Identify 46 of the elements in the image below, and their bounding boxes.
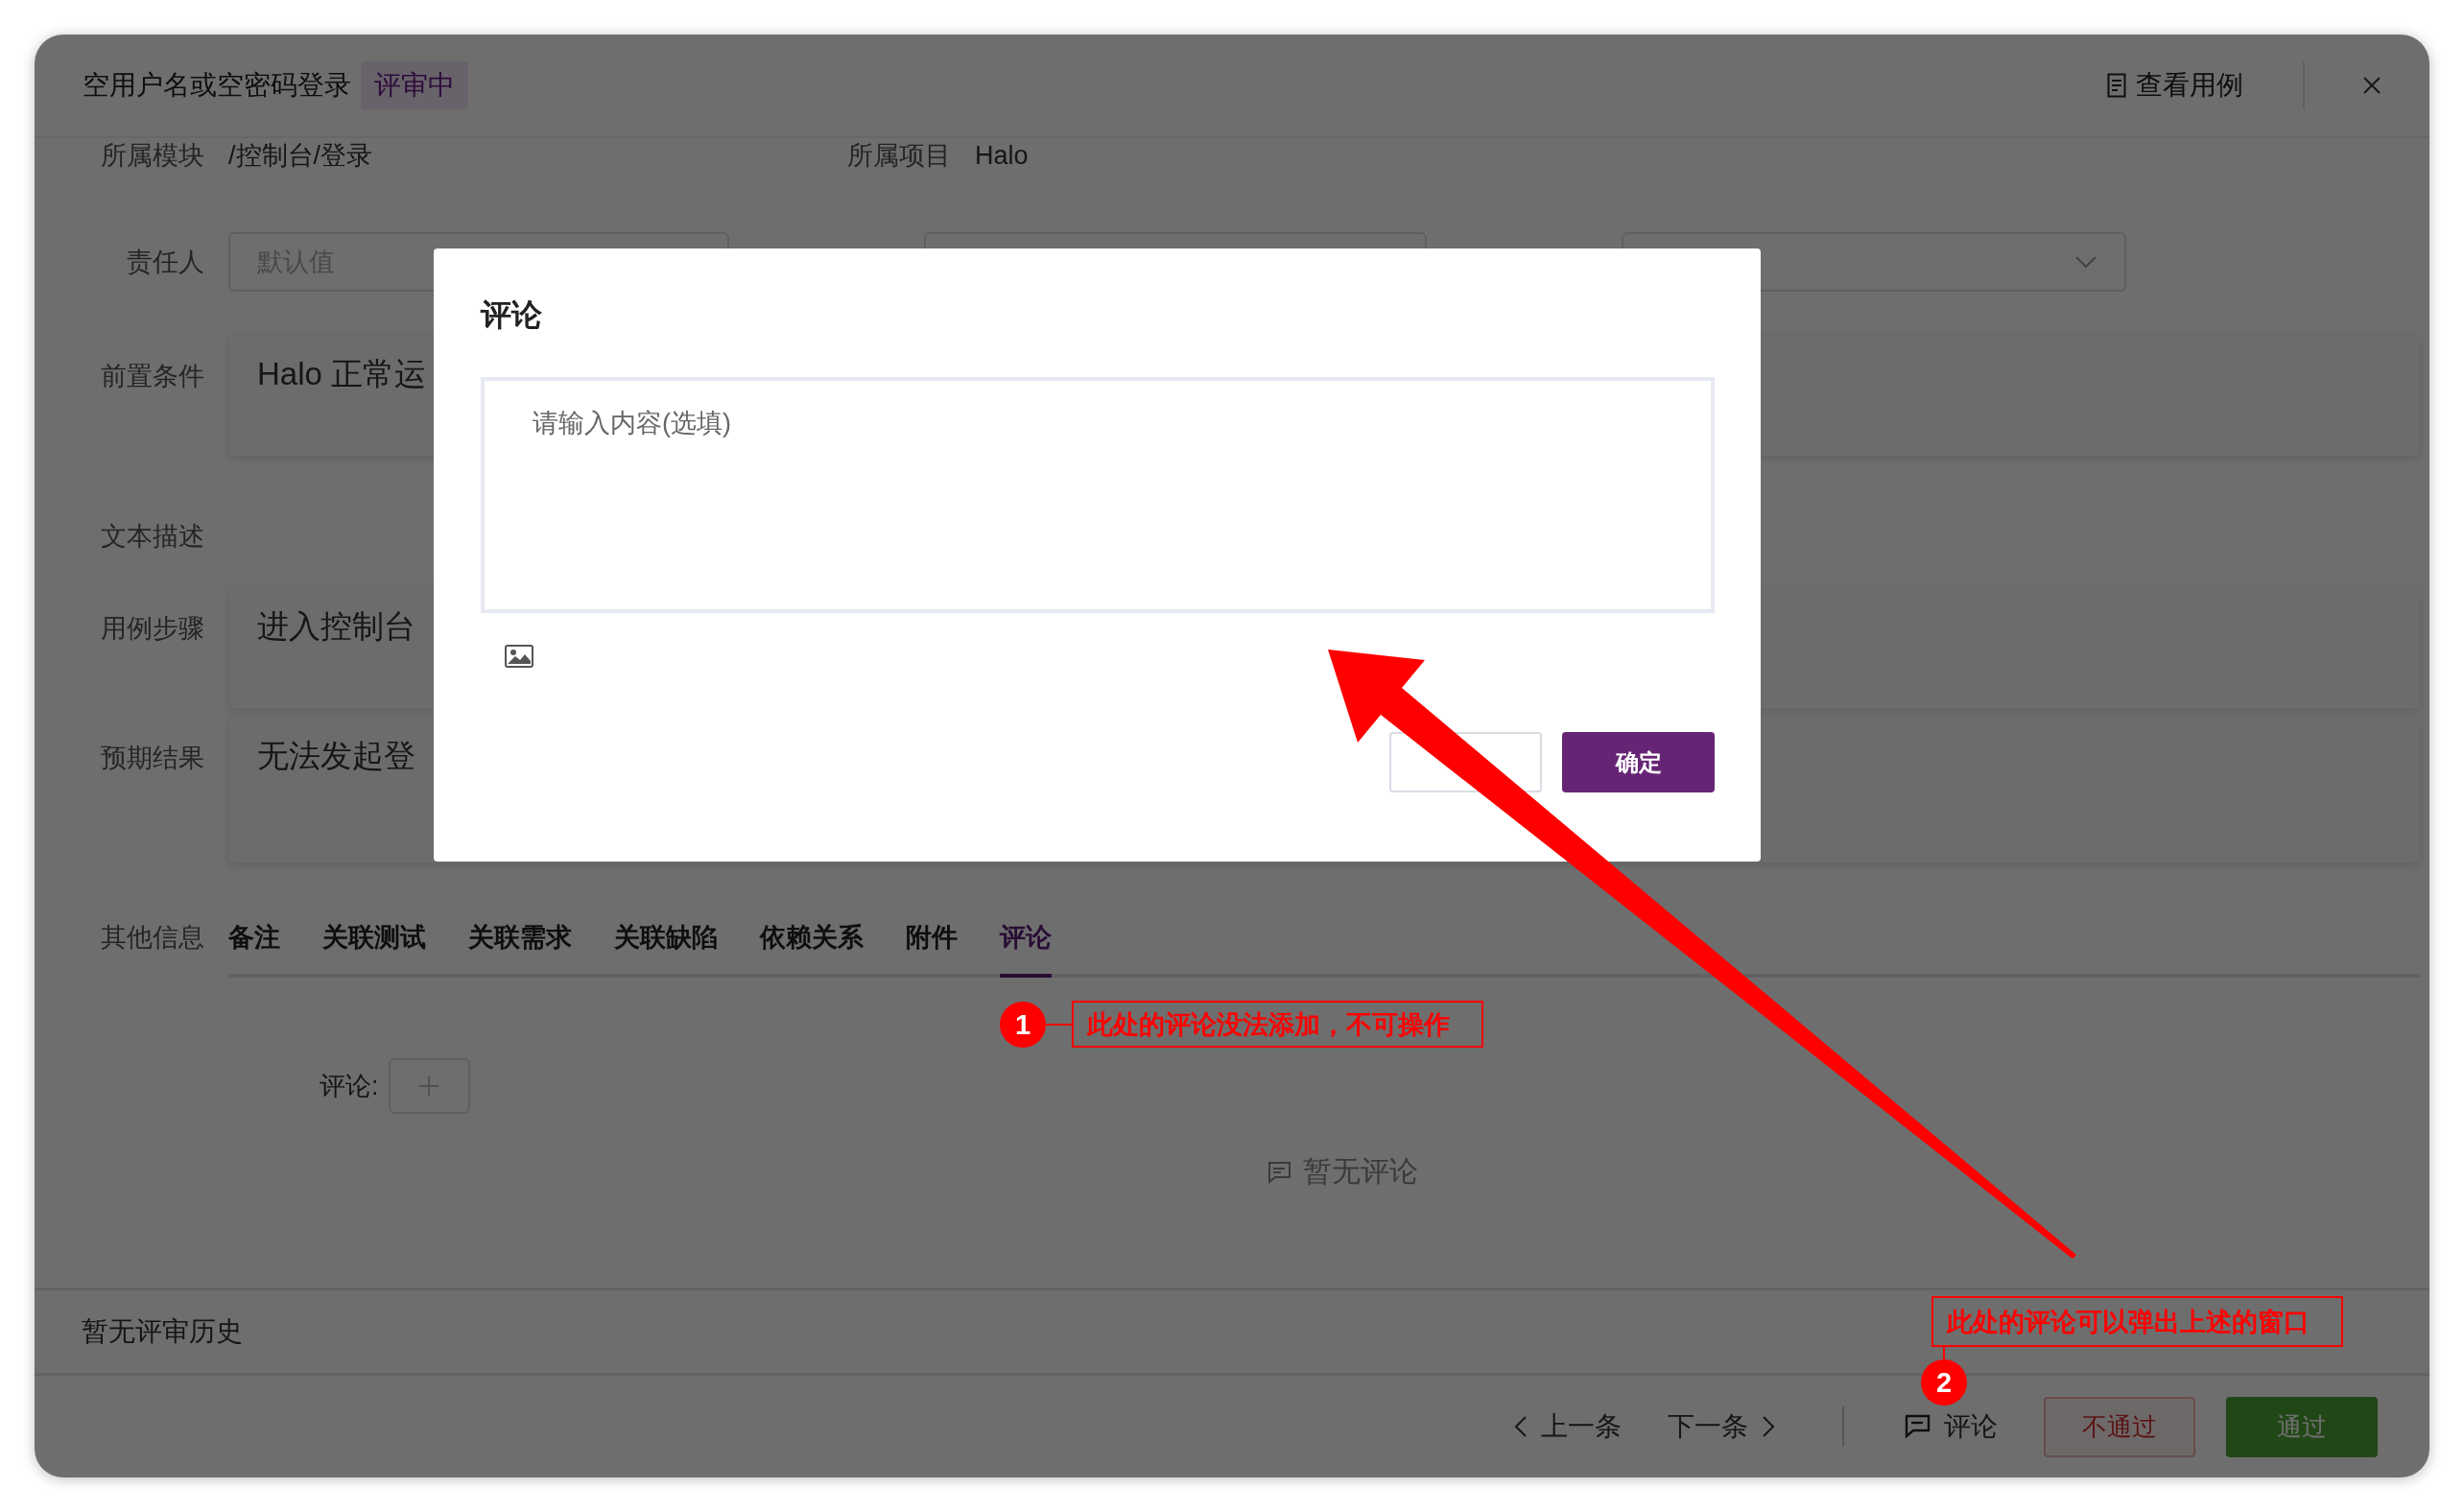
status-badge: 评审中 (361, 61, 468, 109)
tab[interactable]: 依赖关系 (760, 920, 864, 974)
section-label: 前置条件 (100, 361, 204, 392)
section-text: Halo 正常运 (257, 355, 427, 393)
field-value: Halo (975, 140, 1029, 171)
callout-note: 此处的评论没法添加，不可操作 (1072, 1001, 1483, 1048)
tab[interactable]: 关联需求 (468, 920, 572, 974)
close-icon[interactable] (2362, 76, 2381, 95)
review-history-text: 暂无评审历史 (82, 1315, 243, 1348)
reject-button[interactable]: 不通过 (2044, 1396, 2195, 1457)
chevron-left-icon (1514, 1415, 1528, 1438)
image-icon[interactable] (505, 645, 533, 668)
next-link[interactable]: 下一条 (1668, 1408, 1775, 1445)
section-text: 进入控制台 (257, 607, 415, 646)
tab[interactable]: 关联缺陷 (614, 920, 718, 974)
previous-link[interactable]: 上一条 (1514, 1408, 1622, 1445)
tab[interactable]: 关联测试 (322, 920, 426, 974)
callout-note: 此处的评论可以弹出上述的窗口 (1931, 1296, 2343, 1347)
approve-button[interactable]: 通过 (2226, 1396, 2378, 1457)
section-label: 用例步骤 (100, 613, 204, 645)
comment-textarea[interactable]: 请输入内容(选填) (481, 377, 1715, 613)
field-label: 责任人 (126, 247, 204, 278)
field-label: 所属项目 (847, 140, 951, 172)
window-title: 空用户名或空密码登录 (83, 69, 351, 102)
chevron-right-icon (1762, 1415, 1775, 1438)
modal-title: 评论 (481, 296, 543, 334)
comment-label: 评论: (320, 1071, 379, 1102)
confirm-button[interactable]: 确定 (1562, 732, 1715, 792)
document-icon (2107, 73, 2126, 98)
tab[interactable]: 附件 (906, 920, 958, 974)
view-case-link[interactable]: 查看用例 (2107, 67, 2243, 104)
field-value: /控制台/登录 (228, 140, 372, 172)
comment-link[interactable]: 评论 (1904, 1408, 1998, 1445)
comment-icon (1904, 1414, 1931, 1439)
section-label: 文本描述 (100, 521, 204, 553)
section-label: 其他信息 (100, 922, 204, 954)
plus-icon (418, 1075, 439, 1097)
tab[interactable]: 评论 (1000, 920, 1052, 978)
comment-icon (1267, 1160, 1291, 1184)
section-label: 预期结果 (100, 743, 204, 774)
callout-number: 1 (1000, 1002, 1046, 1048)
field-label: 所属模块 (100, 140, 204, 172)
chevron-down-icon (2074, 255, 2097, 269)
tab[interactable]: 备注 (228, 920, 280, 974)
section-text: 无法发起登 (257, 737, 415, 775)
callout-number: 2 (1921, 1359, 1967, 1406)
